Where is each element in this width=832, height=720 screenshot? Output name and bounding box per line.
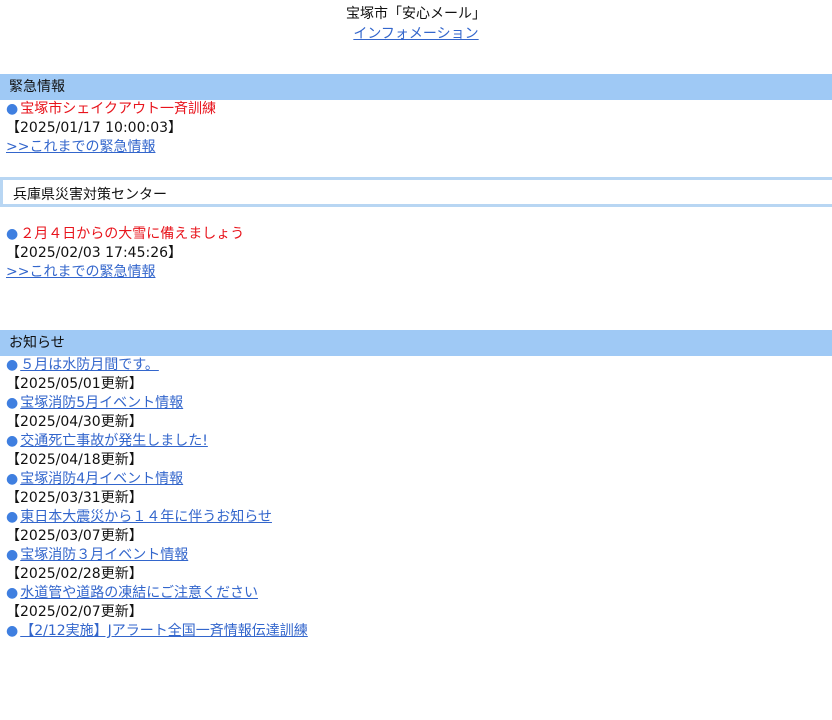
emergency-section-header: 緊急情報 [0, 74, 832, 100]
emergency-item-link[interactable]: 宝塚市シェイクアウト一斉訓練 [20, 101, 216, 117]
emergency-item-timestamp: 【2025/01/17 10:00:03】 [6, 120, 183, 136]
notice-section-header: お知らせ [0, 330, 832, 356]
notice-item-link[interactable]: 宝塚消防３月イベント情報 [20, 547, 188, 563]
notice-item-date: 【2025/02/28更新】 [6, 566, 143, 582]
bullet-icon: ● [6, 101, 19, 117]
bullet-icon: ● [6, 395, 19, 411]
hyogo-section: ● ２月４日からの大雪に備えましょう 【2025/02/03 17:45:26】 … [0, 225, 832, 282]
notice-list: ● ５月は水防月間です。 【2025/05/01更新】 ● 宝塚消防5月イベント情報… [0, 356, 832, 641]
bullet-icon: ● [6, 433, 19, 449]
bullet-icon: ● [6, 547, 19, 563]
notice-item-link[interactable]: 宝塚消防5月イベント情報 [20, 395, 183, 411]
information-link[interactable]: インフォメーション [353, 24, 478, 44]
bullet-icon: ● [6, 471, 19, 487]
notice-item-link[interactable]: ５月は水防月間です。 [20, 357, 159, 373]
notice-item-date: 【2025/04/18更新】 [6, 452, 143, 468]
bullet-icon: ● [6, 585, 19, 601]
page-title: 宝塚市「安心メール」 [346, 6, 486, 22]
notice-item-date: 【2025/05/01更新】 [6, 376, 143, 392]
notice-item-date: 【2025/04/30更新】 [6, 414, 143, 430]
notice-item-date: 【2025/03/31更新】 [6, 490, 143, 506]
bullet-icon: ● [6, 226, 19, 242]
bullet-icon: ● [6, 509, 19, 525]
notice-item-link[interactable]: 宝塚消防4月イベント情報 [20, 471, 183, 487]
notice-item-link[interactable]: 【2/12実施】Jアラート全国一斉情報伝達訓練 [20, 623, 308, 639]
notice-item-date: 【2025/03/07更新】 [6, 528, 143, 544]
notice-item-link[interactable]: 東日本大震災から１４年に伴うお知らせ [20, 509, 272, 525]
hyogo-more-link[interactable]: >>これまでの緊急情報 [6, 264, 155, 280]
emergency-section: ● 宝塚市シェイクアウト一斉訓練 【2025/01/17 10:00:03】 >>… [0, 100, 832, 157]
notice-item-date: 【2025/02/07更新】 [6, 604, 143, 620]
bullet-icon: ● [6, 623, 19, 639]
page-header: 宝塚市「安心メール」 インフォメーション [0, 0, 832, 48]
hyogo-item-link[interactable]: ２月４日からの大雪に備えましょう [20, 226, 244, 242]
bullet-icon: ● [6, 357, 19, 373]
emergency-more-link[interactable]: >>これまでの緊急情報 [6, 139, 155, 155]
notice-item-link[interactable]: 交通死亡事故が発生しました! [20, 433, 208, 449]
notice-item-link[interactable]: 水道管や道路の凍結にご注意ください [20, 585, 258, 601]
hyogo-section-header: 兵庫県災害対策センター [0, 177, 832, 207]
hyogo-item-timestamp: 【2025/02/03 17:45:26】 [6, 245, 183, 261]
